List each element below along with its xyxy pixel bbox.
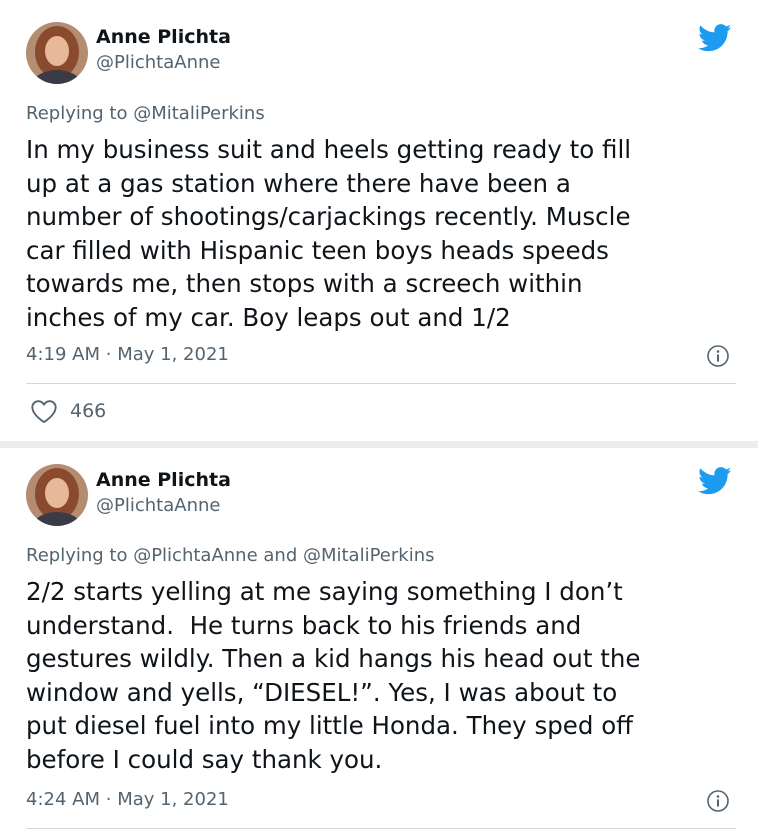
mention-link[interactable]: @PlichtaAnne and @MitaliPerkins: [133, 545, 434, 566]
replying-to: Replying to @MitaliPerkins: [26, 103, 265, 125]
tweet-time: 4:24 AM: [26, 789, 100, 810]
heart-icon: [31, 400, 57, 424]
meta-separator: ·: [105, 789, 112, 810]
tweet-date: May 1, 2021: [117, 344, 229, 365]
tweet-time: 4:19 AM: [26, 344, 100, 365]
avatar[interactable]: [26, 22, 88, 84]
avatar[interactable]: [26, 464, 88, 526]
tweet-timestamp[interactable]: 4:19 AM · May 1, 2021: [26, 344, 229, 366]
author-name[interactable]: Anne Plichta: [96, 469, 231, 491]
replying-to-prefix: Replying to: [26, 545, 134, 566]
info-icon[interactable]: [706, 344, 730, 368]
info-icon[interactable]: [706, 789, 730, 813]
author-handle[interactable]: @PlichtaAnne: [96, 52, 220, 74]
twitter-bird-icon[interactable]: [698, 467, 732, 495]
like-count: 466: [70, 400, 107, 422]
twitter-bird-icon[interactable]: [698, 24, 732, 52]
divider: [26, 828, 736, 829]
tweet-text: 2/2 starts yelling at me saying somethin…: [26, 577, 641, 774]
tweet-timestamp[interactable]: 4:24 AM · May 1, 2021: [26, 789, 229, 811]
author-handle[interactable]: @PlichtaAnne: [96, 495, 220, 517]
tweet-text: In my business suit and heels getting re…: [26, 135, 632, 332]
tweet-card[interactable]: Anne Plichta @PlichtaAnne Replying to @M…: [0, 0, 758, 441]
tweet-date: May 1, 2021: [117, 789, 229, 810]
meta-separator: ·: [105, 344, 112, 365]
replying-to: Replying to @PlichtaAnne and @MitaliPerk…: [26, 545, 434, 567]
author-name[interactable]: Anne Plichta: [96, 26, 231, 48]
divider: [26, 383, 736, 384]
mention-link[interactable]: @MitaliPerkins: [133, 103, 265, 124]
tweet-card[interactable]: Anne Plichta @PlichtaAnne Replying to @P…: [0, 448, 758, 834]
replying-to-prefix: Replying to: [26, 103, 134, 124]
